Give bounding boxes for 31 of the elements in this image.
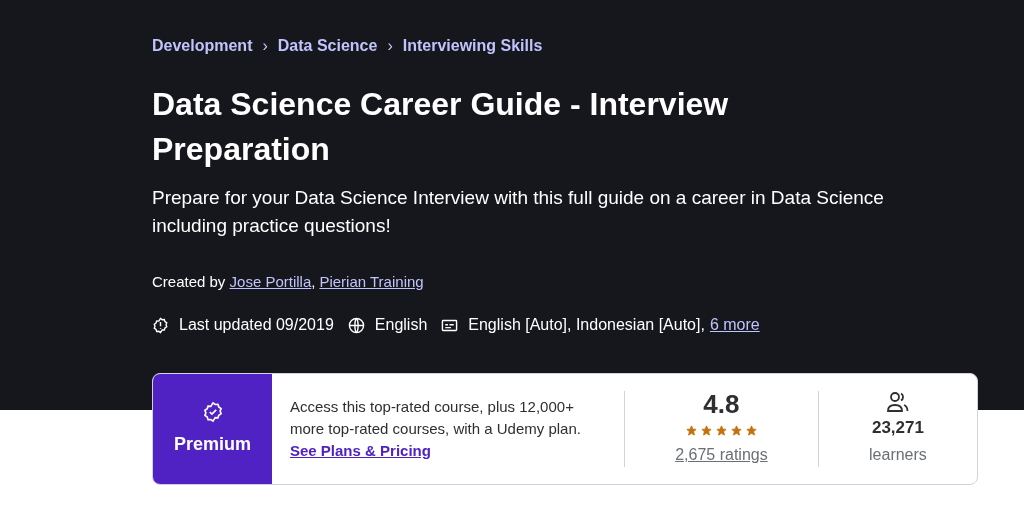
course-subtitle: Prepare for your Data Science Interview with this full guide on a career in Data Science including practice questions! xyxy=(152,185,885,239)
breadcrumb-link[interactable]: Data Science xyxy=(277,34,378,58)
plans-link[interactable]: See Plans & Pricing xyxy=(290,441,431,459)
more-captions-link[interactable]: 6 more xyxy=(709,313,760,338)
chevron-icon: › xyxy=(262,34,268,58)
chevron-icon: › xyxy=(387,34,393,58)
last-updated-text: Last updated 09/2019 xyxy=(179,315,334,336)
star-icon xyxy=(730,424,742,436)
breadcrumb-link[interactable]: Interviewing Skills xyxy=(402,34,543,58)
comma: , xyxy=(311,272,316,290)
star-icon xyxy=(685,424,697,436)
star-icon xyxy=(715,424,727,436)
learners-label: learners xyxy=(869,445,927,465)
star-icon xyxy=(700,424,712,436)
author-link[interactable]: Pierian Training xyxy=(319,272,424,290)
alert-badge-icon xyxy=(152,316,169,334)
created-by-label: Created by xyxy=(152,272,227,290)
people-icon xyxy=(885,391,910,413)
language-text: English xyxy=(374,315,428,336)
premium-description: Access this top-rated course, plus 12,000+ more top-rated courses, with a Udemy plan. See Plans & Pricing xyxy=(289,397,582,461)
captions-icon xyxy=(441,317,459,333)
premium-label: Premium xyxy=(174,432,251,456)
learners-count: 23,271 xyxy=(871,417,924,440)
globe-icon xyxy=(347,316,365,334)
verified-badge-icon xyxy=(201,400,224,423)
ratings-link[interactable]: 2,675 ratings xyxy=(675,443,768,467)
star-icon xyxy=(745,424,757,436)
course-title: Data Science Career Guide - Interview Preparation xyxy=(152,85,730,169)
rating-value: 4.8 xyxy=(703,391,740,417)
captions-text: English [Auto], Indonesian [Auto], xyxy=(468,315,705,336)
breadcrumb-link[interactable]: Development xyxy=(152,34,253,58)
